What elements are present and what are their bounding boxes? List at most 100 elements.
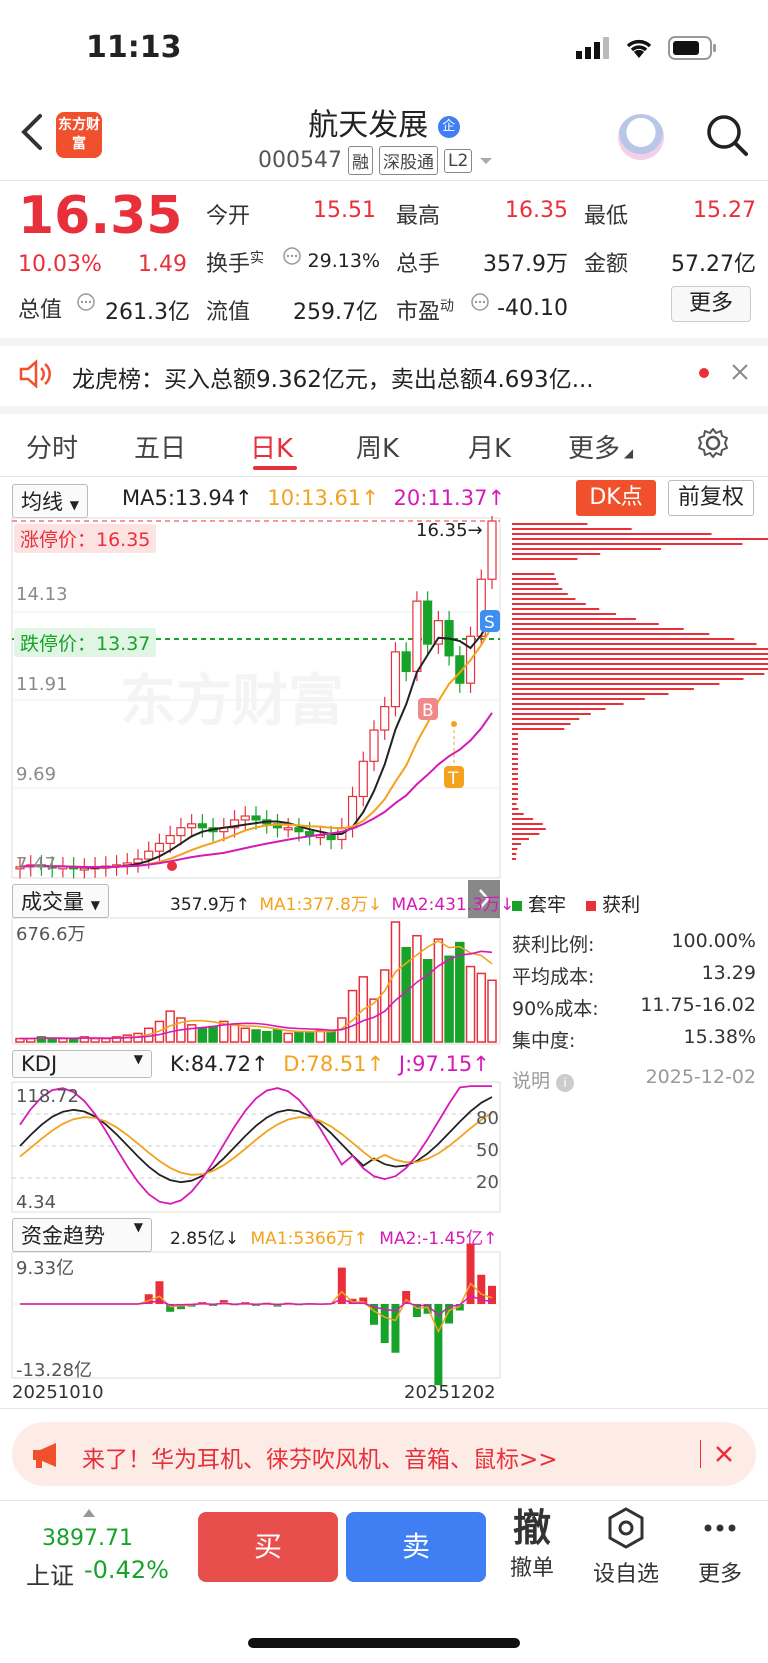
status-time: 11:13 [86,30,182,65]
tab-daily-k[interactable]: 日K [250,428,293,465]
stock-code-row[interactable]: 000547 融 深股通 L2 [258,146,494,175]
search-icon[interactable] [704,112,750,158]
dragon-tiger-notice[interactable]: 龙虎榜：买入总额9.362亿元，卖出总额4.693亿... [72,360,672,394]
date-start: 20251010 [12,1382,104,1403]
candle-body [187,823,197,829]
volume-select[interactable]: 成交量 ▼ [12,884,109,918]
volume-bar [90,1037,100,1043]
signal-s-marker[interactable]: S [480,610,500,633]
candle-body [144,850,154,860]
info-icon[interactable] [76,292,96,312]
indicator-select[interactable]: 均线 ▼ [12,484,88,518]
add-watchlist-button[interactable]: 设自选 [586,1506,666,1588]
assistant-avatar[interactable] [618,114,664,160]
kdj-axis-max: 118.72 [16,1086,79,1107]
candle-body [487,520,497,580]
ma-legend: MA5:13.94↑ 10:13.61↑ 20:11.37↑ [122,486,506,510]
signal-b-marker[interactable]: B [418,698,438,721]
close-icon[interactable] [714,1444,734,1464]
tab-monthly-k[interactable]: 月K [468,428,511,465]
label-low: 最低 [584,204,629,229]
more-button[interactable]: 更多 [680,1506,760,1588]
label-open: 今开 [206,204,251,229]
tab-weekly-k[interactable]: 周K [356,428,399,465]
kdj-line [19,1111,493,1176]
settings-gear-icon[interactable] [696,426,730,460]
candle-body [358,760,368,798]
chip-row: 集中度: 15.38% [512,1026,756,1052]
label-mktcap: 总值 [18,298,63,323]
dk-point-button[interactable]: DK点 [576,480,656,516]
signal-t-marker[interactable]: T [444,721,464,789]
label-pe: 市盈动 [396,298,455,325]
candle-body [401,651,411,673]
last-price-marker: 16.35→ [416,520,483,541]
chip-note-row[interactable]: 说明 i 2025-12-02 [512,1066,756,1093]
promo-text[interactable]: 来了！华为耳机、徕芬吹风机、音箱、鼠标>> [82,1440,558,1474]
fund-select[interactable]: 资金趋势 ▼ [12,1218,152,1252]
speaker-icon [19,359,51,389]
tag-connect: 深股通 [378,146,438,175]
value-volume: 357.9万 [483,252,568,277]
kdj-level-20: 20 [476,1172,499,1193]
sell-button[interactable]: 卖 [346,1512,486,1582]
volume-bar [58,1037,68,1043]
volume-bar [412,934,422,1043]
label-floatcap: 流值 [206,300,251,325]
index-change[interactable]: -0.42% [84,1556,169,1584]
axis-price: 11.91 [16,674,68,695]
wifi-icon [626,39,652,58]
volume-axis-max: 676.6万 [16,924,86,945]
tab-more[interactable]: 更多 ◢ [568,428,633,465]
tab-intraday[interactable]: 分时 [26,428,78,465]
volume-bar [487,979,497,1043]
candle-body [369,729,379,762]
candle-body [154,842,165,852]
candle-body [283,827,293,831]
chip-legend: 套牢 获利 [512,890,640,917]
volume-legend: 357.9万↑ MA1:377.8万↓ MA2:431.3万↓ [170,895,515,915]
volume-bar [379,969,390,1043]
fund-legend: 2.85亿↓ MA1:5366万↑ MA2:-1.45亿↑ [170,1229,498,1249]
volume-bar [186,1024,197,1043]
label-volume: 总手 [396,252,441,277]
volume-bar [208,1025,218,1043]
adjust-button[interactable]: 前复权 [668,480,754,516]
candle-body [423,600,433,645]
index-name[interactable]: 上证 [26,1556,74,1591]
volume-bar [261,1030,272,1043]
more-quote-button[interactable]: 更多 [671,286,751,322]
kdj-select[interactable]: KDJ ▼ [12,1050,152,1078]
volume-bar [47,1037,57,1043]
volume-bar [240,1027,251,1043]
buy-button[interactable]: 买 [198,1512,338,1582]
info-icon[interactable] [470,292,490,312]
kdj-legend: K:84.72↑ D:78.51↑ J:97.15↑ [170,1052,490,1076]
change-percent: 10.03% [18,252,102,277]
date-end: 20251202 [404,1382,496,1403]
chip-row: 90%成本: 11.75-16.02 [512,994,756,1020]
megaphone-icon [33,1443,56,1468]
label-turnover: 换手实 [206,250,265,277]
tab-five-day[interactable]: 五日 [134,428,186,465]
kdj-level-50: 50 [476,1140,499,1161]
event-dot[interactable] [167,861,177,871]
close-icon[interactable] [730,362,750,382]
status-icons [576,36,718,60]
volume-bar [326,1030,336,1043]
watermark: 东方财富 [120,669,344,734]
value-high: 16.35 [505,198,568,223]
volume-bar [251,1029,261,1043]
info-icon[interactable] [282,246,302,266]
unread-dot [699,368,709,378]
candle-body [240,815,250,821]
chip-row: 获利比例: 100.00% [512,930,756,956]
index-value[interactable]: 3897.71 [42,1526,133,1551]
volume-bar [476,972,487,1043]
cancel-order-button[interactable]: 撤 撤单 [492,1506,572,1582]
enterprise-badge: 企 [437,115,460,138]
candle-body [390,651,401,708]
up-triangle-icon [83,1509,95,1517]
limit-up-label: 涨停价：16.35 [14,524,157,553]
volume-bar [444,955,454,1043]
